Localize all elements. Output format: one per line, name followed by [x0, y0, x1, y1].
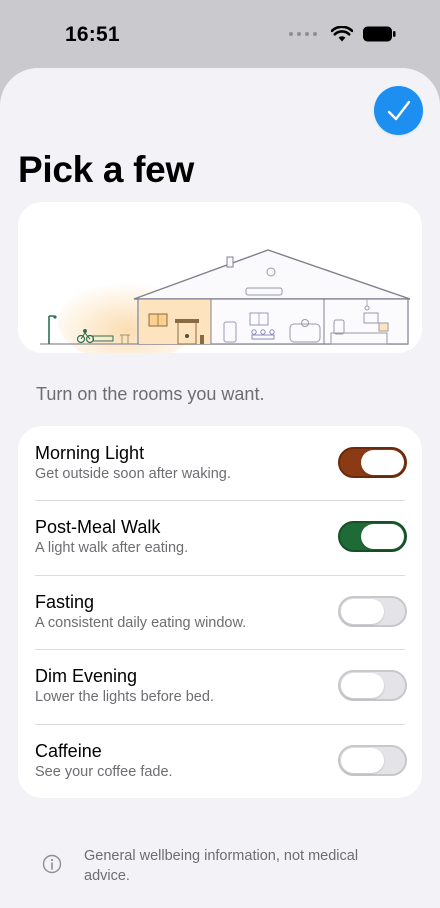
info-icon — [42, 854, 62, 874]
checkmark-icon — [387, 100, 410, 120]
disclaimer-text: General wellbeing information, not medic… — [84, 848, 359, 884]
disclaimer: General wellbeing information, not medic… — [42, 846, 382, 886]
done-button[interactable] — [374, 86, 423, 135]
dim-evening-toggle[interactable] — [338, 670, 407, 702]
picker-sheet: Pick a few Turn on the rooms you want. M… — [0, 68, 440, 908]
fasting-toggle[interactable] — [338, 595, 407, 627]
rooms-list: Morning Light Get outside soon after wak… — [18, 426, 422, 798]
post-meal-walk-toggle[interactable] — [338, 521, 407, 553]
page-title: Pick a few — [18, 149, 194, 190]
battery-icon — [363, 26, 396, 42]
list-item[interactable]: Caffeine See your coffee fade. — [18, 723, 422, 798]
status-bar: 16:51 — [0, 0, 440, 68]
list-item[interactable]: Dim Evening Lower the lights before bed. — [18, 649, 422, 723]
instructions-text: Turn on the rooms you want. — [36, 384, 265, 404]
status-icons — [289, 26, 396, 42]
morning-light-toggle[interactable] — [338, 447, 407, 478]
caffeine-toggle[interactable] — [338, 744, 407, 776]
status-time: 16:51 — [65, 23, 120, 46]
cellular-dots-icon — [289, 32, 317, 36]
list-item[interactable]: Morning Light Get outside soon after wak… — [18, 426, 422, 500]
list-item[interactable]: Post-Meal Walk A light walk after eating… — [18, 500, 422, 574]
list-item[interactable]: Fasting A consistent daily eating window… — [18, 574, 422, 649]
house-illustration — [18, 202, 422, 353]
wifi-icon — [331, 26, 353, 42]
